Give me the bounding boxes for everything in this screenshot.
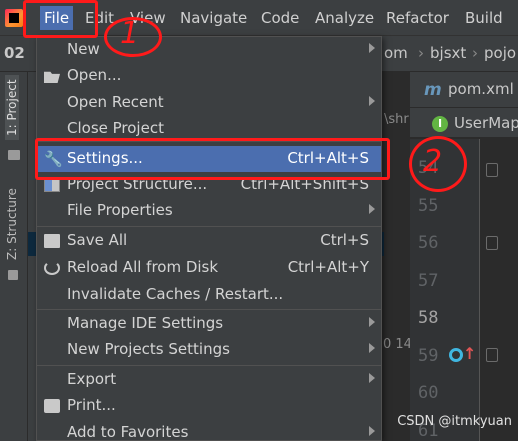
line-number: 58 bbox=[418, 308, 439, 328]
submenu-arrow-icon bbox=[369, 43, 375, 53]
intellij-logo-icon bbox=[5, 9, 23, 27]
project-structure-icon bbox=[44, 178, 60, 192]
menu-item-add-to-favorites[interactable]: Add to Favorites bbox=[37, 420, 381, 441]
menu-item-manage-ide-settings[interactable]: Manage IDE Settings bbox=[37, 311, 381, 337]
menu-item-new[interactable]: New bbox=[37, 37, 381, 63]
submenu-arrow-icon bbox=[369, 343, 375, 353]
annotation-step-2: 2 bbox=[423, 144, 443, 179]
mybatis-navigate-icon[interactable] bbox=[449, 348, 463, 362]
line-number: 57 bbox=[418, 271, 439, 291]
fold-marker-icon[interactable] bbox=[486, 348, 498, 362]
watermark: CSDN @itmkyuan bbox=[397, 414, 512, 429]
submenu-arrow-icon bbox=[369, 96, 375, 106]
breadcrumb-item[interactable]: pojo bbox=[484, 44, 516, 62]
menu-navigate[interactable]: Navigate bbox=[180, 8, 247, 28]
submenu-arrow-icon bbox=[369, 426, 375, 436]
submenu-arrow-icon bbox=[369, 204, 375, 214]
menu-item-save-all[interactable]: Save All Ctrl+S bbox=[37, 228, 381, 254]
interface-icon: I bbox=[432, 116, 448, 132]
editor-tab-pom[interactable]: pom.xml bbox=[448, 80, 514, 98]
breadcrumb-item[interactable]: om bbox=[384, 44, 408, 62]
reload-icon bbox=[44, 261, 60, 275]
menu-separator bbox=[37, 365, 381, 366]
tab-structure[interactable]: Z: Structure bbox=[5, 188, 19, 260]
submenu-arrow-icon bbox=[369, 373, 375, 383]
line-number: 55 bbox=[418, 196, 439, 216]
save-icon bbox=[44, 234, 60, 248]
annotation-box-file bbox=[23, 0, 98, 38]
menu-item-file-properties[interactable]: File Properties bbox=[37, 198, 381, 224]
breadcrumb-project[interactable]: 02 bbox=[4, 44, 25, 62]
arrow-up-icon[interactable]: ↑ bbox=[463, 344, 476, 363]
menu-separator bbox=[37, 226, 381, 227]
menu-item-open-recent[interactable]: Open Recent bbox=[37, 90, 381, 116]
fold-marker-icon[interactable] bbox=[486, 163, 498, 177]
breadcrumb-item[interactable]: bjsxt bbox=[430, 44, 466, 62]
editor-tab-usermapper[interactable]: UserMap bbox=[454, 114, 518, 132]
annotation-step-1: 1 bbox=[120, 16, 140, 51]
folder-icon bbox=[8, 150, 20, 160]
line-number: 56 bbox=[418, 233, 439, 253]
menu-separator bbox=[37, 309, 381, 310]
menu-item-export[interactable]: Export bbox=[37, 367, 381, 393]
maven-icon: m bbox=[424, 80, 442, 100]
fold-marker-icon[interactable] bbox=[486, 236, 498, 250]
code-area[interactable] bbox=[481, 139, 518, 441]
print-icon bbox=[44, 399, 60, 413]
menu-item-print[interactable]: Print... bbox=[37, 393, 381, 419]
structure-icon bbox=[8, 270, 18, 280]
line-number: 60 bbox=[418, 383, 439, 403]
menu-item-open[interactable]: Open... bbox=[37, 63, 381, 89]
breadcrumb-separator-icon: › bbox=[472, 44, 478, 62]
menu-item-invalidate-caches[interactable]: Invalidate Caches / Restart... bbox=[37, 282, 381, 308]
menu-analyze[interactable]: Analyze bbox=[315, 8, 374, 28]
menu-item-reload-all[interactable]: Reload All from Disk Ctrl+Alt+Y bbox=[37, 255, 381, 281]
folder-open-icon bbox=[44, 71, 60, 83]
tool-window-strip: 1: Project Z: Structure bbox=[0, 72, 28, 441]
menu-build[interactable]: Build bbox=[465, 8, 503, 28]
submenu-arrow-icon bbox=[369, 317, 375, 327]
menu-refactor[interactable]: Refactor bbox=[386, 8, 449, 28]
annotation-box-settings bbox=[35, 138, 390, 180]
tab-project[interactable]: 1: Project bbox=[5, 75, 19, 140]
menu-code[interactable]: Code bbox=[261, 8, 299, 28]
menu-item-new-projects-settings[interactable]: New Projects Settings bbox=[37, 337, 381, 363]
line-number: 59 bbox=[418, 346, 439, 366]
path-fragment: \shr bbox=[384, 112, 409, 127]
file-menu-dropdown: New Open... Open Recent Close Project 🔧 … bbox=[36, 36, 382, 441]
breadcrumb-separator-icon: › bbox=[418, 44, 424, 62]
